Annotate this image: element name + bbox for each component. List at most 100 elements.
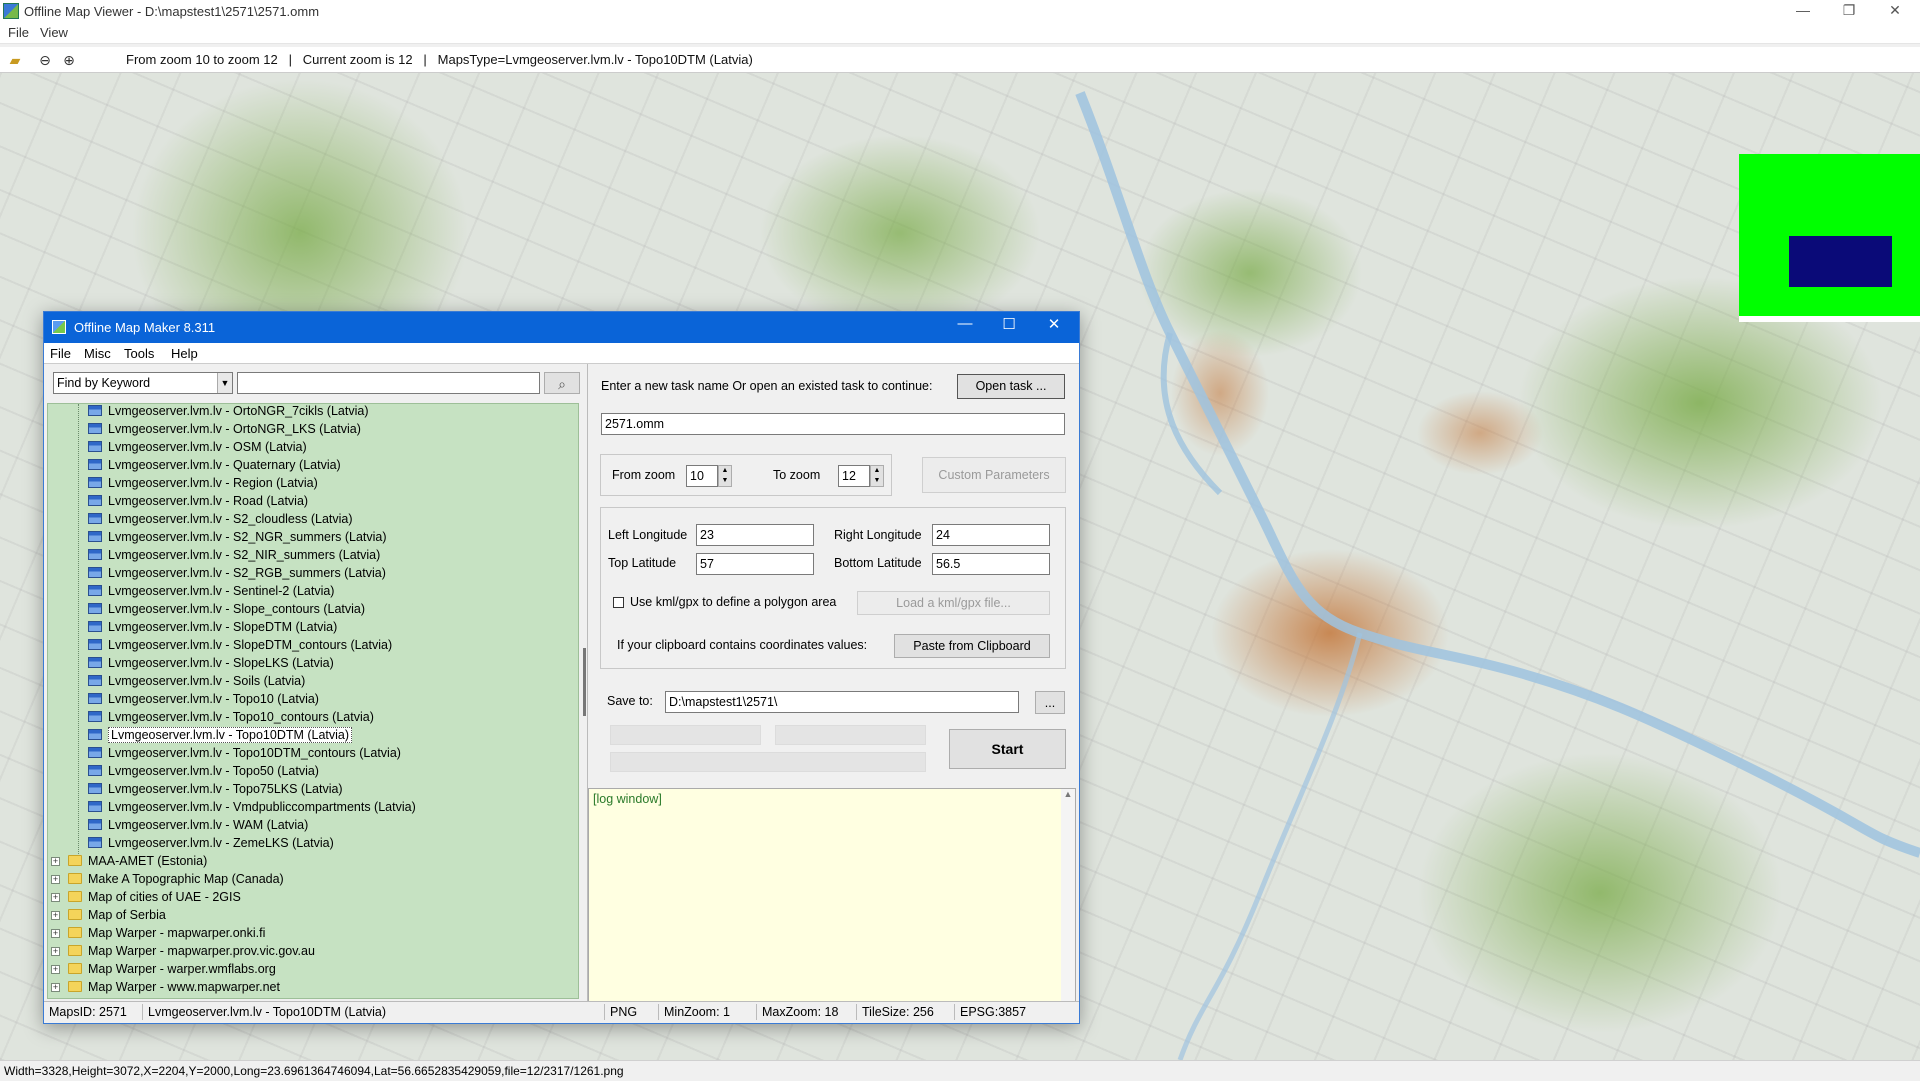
tree-item[interactable]: Lvmgeoserver.lvm.lv - Road (Latvia)	[88, 492, 308, 510]
folder-icon	[68, 927, 82, 938]
to-zoom-stepper[interactable]: ▲ ▼	[870, 465, 884, 487]
expand-icon[interactable]: +	[51, 947, 60, 956]
map-layer-icon	[88, 405, 102, 416]
maximize-button[interactable]: ❐	[1826, 0, 1872, 22]
dialog-menu-help[interactable]: Help	[171, 346, 198, 361]
expand-icon[interactable]: +	[51, 929, 60, 938]
open-folder-icon[interactable]: ▰	[6, 51, 24, 69]
from-zoom-input[interactable]: 10	[686, 465, 718, 487]
expand-icon[interactable]: +	[51, 965, 60, 974]
map-layer-icon	[88, 585, 102, 596]
map-layer-icon	[88, 693, 102, 704]
tree-folder-label: Map of Serbia	[88, 908, 166, 922]
tree-item-label: Lvmgeoserver.lvm.lv - Topo10_contours (L…	[108, 710, 374, 724]
dialog-menu-misc[interactable]: Misc	[84, 346, 111, 361]
from-zoom-stepper[interactable]: ▲ ▼	[718, 465, 732, 487]
dialog-menu-tools[interactable]: Tools	[124, 346, 154, 361]
tree-folder[interactable]: + MAA-AMET (Estonia)	[51, 852, 207, 870]
tree-item[interactable]: Lvmgeoserver.lvm.lv - Region (Latvia)	[88, 474, 318, 492]
dialog-minimize-button[interactable]: —	[950, 315, 980, 332]
minimize-button[interactable]: —	[1780, 0, 1826, 22]
to-zoom-input[interactable]: 12	[838, 465, 870, 487]
menu-file[interactable]: File	[8, 25, 29, 40]
browse-button[interactable]: ...	[1035, 691, 1065, 714]
start-button[interactable]: Start	[949, 729, 1066, 769]
custom-parameters-button[interactable]: Custom Parameters	[922, 457, 1066, 493]
log-window[interactable]: [log window] ▲	[588, 788, 1076, 1002]
tree-item[interactable]: Lvmgeoserver.lvm.lv - S2_RGB_summers (La…	[88, 564, 386, 582]
dialog-titlebar: Offline Map Maker 8.311 — ☐ ✕	[44, 312, 1079, 343]
zoom-out-icon[interactable]: ⊖	[36, 51, 54, 69]
overview-minimap[interactable]	[1739, 154, 1920, 322]
tree-item[interactable]: Lvmgeoserver.lvm.lv - OrtoNGR_7cikls (La…	[88, 404, 368, 420]
tree-item[interactable]: Lvmgeoserver.lvm.lv - Topo10DTM_contours…	[88, 744, 401, 762]
map-layer-icon	[88, 621, 102, 632]
tree-item[interactable]: Lvmgeoserver.lvm.lv - OrtoNGR_LKS (Latvi…	[88, 420, 361, 438]
menu-view[interactable]: View	[40, 25, 68, 40]
save-path-input[interactable]: D:\mapstest1\2571\	[665, 691, 1019, 713]
paste-clipboard-button[interactable]: Paste from Clipboard	[894, 634, 1050, 658]
tree-folder[interactable]: + Map Warper - mapwarper.prov.vic.gov.au	[51, 942, 315, 960]
task-name-input[interactable]: 2571.omm	[601, 413, 1065, 435]
tree-folder[interactable]: + Map of cities of UAE - 2GIS	[51, 888, 241, 906]
tree-folder[interactable]: + Map Warper - www.mapwarper.net	[51, 978, 280, 996]
folder-icon	[68, 873, 82, 884]
chevron-down-icon[interactable]: ▼	[217, 373, 232, 393]
tree-item[interactable]: Lvmgeoserver.lvm.lv - Topo50 (Latvia)	[88, 762, 319, 780]
tree-item[interactable]: Lvmgeoserver.lvm.lv - Topo10 (Latvia)	[88, 690, 319, 708]
right-longitude-input[interactable]: 24	[932, 524, 1050, 546]
dialog-menu-file[interactable]: File	[50, 346, 71, 361]
bottom-latitude-input[interactable]: 56.5	[932, 553, 1050, 575]
tree-item[interactable]: Lvmgeoserver.lvm.lv - Topo10DTM (Latvia)	[88, 726, 353, 744]
zoom-in-icon[interactable]: ⊕	[60, 51, 78, 69]
expand-icon[interactable]: +	[51, 911, 60, 920]
tree-item[interactable]: Lvmgeoserver.lvm.lv - S2_NGR_summers (La…	[88, 528, 387, 546]
tree-item[interactable]: Lvmgeoserver.lvm.lv - WAM (Latvia)	[88, 816, 308, 834]
tree-folder[interactable]: + Map Warper - warper.wmflabs.org	[51, 960, 276, 978]
close-button[interactable]: ✕	[1872, 0, 1918, 22]
open-task-button[interactable]: Open task ...	[957, 374, 1065, 399]
maps-tree[interactable]: Lvmgeoserver.lvm.lv - OrtoNGR_7cikls (La…	[47, 403, 579, 999]
kml-checkbox[interactable]	[613, 597, 624, 608]
tree-item[interactable]: Lvmgeoserver.lvm.lv - SlopeLKS (Latvia)	[88, 654, 334, 672]
tree-item-label: Lvmgeoserver.lvm.lv - OrtoNGR_LKS (Latvi…	[108, 422, 361, 436]
tree-item[interactable]: Lvmgeoserver.lvm.lv - Topo75LKS (Latvia)	[88, 780, 343, 798]
expand-icon[interactable]: +	[51, 875, 60, 884]
tree-item[interactable]: Lvmgeoserver.lvm.lv - S2_NIR_summers (La…	[88, 546, 380, 564]
map-layer-icon	[88, 495, 102, 506]
log-scrollbar[interactable]: ▲	[1061, 789, 1075, 1001]
tree-item-label: Lvmgeoserver.lvm.lv - S2_RGB_summers (La…	[108, 566, 386, 580]
map-layer-icon	[88, 603, 102, 614]
tree-item[interactable]: Lvmgeoserver.lvm.lv - SlopeDTM (Latvia)	[88, 618, 337, 636]
tree-folder[interactable]: + Map Warper - mapwarper.onki.fi	[51, 924, 265, 942]
left-longitude-input[interactable]: 23	[696, 524, 814, 546]
map-layer-icon	[88, 657, 102, 668]
dialog-close-button[interactable]: ✕	[1039, 315, 1069, 333]
load-kml-button[interactable]: Load a kml/gpx file...	[857, 591, 1050, 615]
tree-item[interactable]: Lvmgeoserver.lvm.lv - S2_cloudless (Latv…	[88, 510, 353, 528]
overview-viewport[interactable]	[1789, 236, 1892, 287]
tree-item[interactable]: Lvmgeoserver.lvm.lv - Slope_contours (La…	[88, 600, 365, 618]
expand-icon[interactable]: +	[51, 983, 60, 992]
search-input[interactable]	[237, 372, 540, 394]
tree-folder[interactable]: + Map of Serbia	[51, 906, 166, 924]
tree-scrollbar-thumb[interactable]	[583, 648, 586, 716]
tree-item[interactable]: Lvmgeoserver.lvm.lv - Vmdpubliccompartme…	[88, 798, 416, 816]
tree-item[interactable]: Lvmgeoserver.lvm.lv - Soils (Latvia)	[88, 672, 305, 690]
tree-item[interactable]: Lvmgeoserver.lvm.lv - Topo10_contours (L…	[88, 708, 374, 726]
tree-folder[interactable]: + Make A Topographic Map (Canada)	[51, 870, 284, 888]
status-maps-id: MapsID: 2571	[49, 1005, 127, 1019]
map-layer-icon	[88, 477, 102, 488]
tree-item[interactable]: Lvmgeoserver.lvm.lv - Quaternary (Latvia…	[88, 456, 341, 474]
tree-item[interactable]: Lvmgeoserver.lvm.lv - OSM (Latvia)	[88, 438, 307, 456]
map-layer-icon	[88, 837, 102, 848]
search-button[interactable]: ⌕	[544, 372, 580, 394]
tree-item[interactable]: Lvmgeoserver.lvm.lv - ZemeLKS (Latvia)	[88, 834, 334, 852]
tree-item[interactable]: Lvmgeoserver.lvm.lv - Sentinel-2 (Latvia…	[88, 582, 334, 600]
top-latitude-input[interactable]: 57	[696, 553, 814, 575]
search-mode-select[interactable]: Find by Keyword ▼	[53, 372, 233, 394]
expand-icon[interactable]: +	[51, 857, 60, 866]
tree-item[interactable]: Lvmgeoserver.lvm.lv - SlopeDTM_contours …	[88, 636, 392, 654]
dialog-maximize-button[interactable]: ☐	[994, 315, 1024, 333]
expand-icon[interactable]: +	[51, 893, 60, 902]
